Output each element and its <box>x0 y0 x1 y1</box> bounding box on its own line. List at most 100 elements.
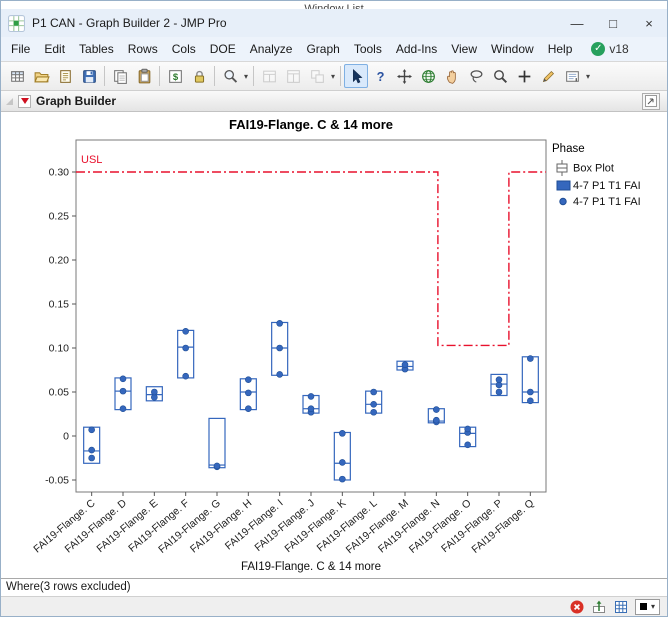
box[interactable] <box>522 357 538 403</box>
zoom-icon[interactable] <box>488 64 512 88</box>
move-icon[interactable] <box>392 64 416 88</box>
journal-icon[interactable] <box>53 64 77 88</box>
data-point[interactable] <box>339 459 345 465</box>
data-point[interactable] <box>527 356 533 362</box>
data-point[interactable] <box>465 442 471 448</box>
windows-menu-dropdown-caret[interactable]: ▾ <box>329 72 337 81</box>
panel-pin-button[interactable] <box>642 93 660 110</box>
box-plot-n[interactable] <box>428 407 444 425</box>
box[interactable] <box>334 432 350 480</box>
plus-icon[interactable] <box>512 64 536 88</box>
box-plot-f[interactable] <box>178 328 194 379</box>
box-plot-c[interactable] <box>84 427 100 463</box>
new-data-table-icon[interactable] <box>5 64 29 88</box>
data-point[interactable] <box>465 426 471 432</box>
lasso-icon[interactable] <box>464 64 488 88</box>
paste-icon[interactable] <box>132 64 156 88</box>
data-point[interactable] <box>339 430 345 436</box>
menu-help[interactable]: Help <box>541 38 580 60</box>
data-point[interactable] <box>433 417 439 423</box>
legend-entry-label[interactable]: 4-7 P1 T1 FAI <box>573 180 641 192</box>
data-point[interactable] <box>245 390 251 396</box>
help-icon[interactable]: ? <box>368 64 392 88</box>
pencil-icon[interactable] <box>536 64 560 88</box>
box-plot-l[interactable] <box>366 389 382 415</box>
box-plot-o[interactable] <box>460 426 476 448</box>
layout-icon[interactable] <box>257 64 281 88</box>
data-point[interactable] <box>120 376 126 382</box>
menu-rows[interactable]: Rows <box>121 38 165 60</box>
menu-tables[interactable]: Tables <box>72 38 121 60</box>
window-grid-icon[interactable] <box>281 64 305 88</box>
box-plot-g[interactable] <box>209 418 225 469</box>
box-plot-k[interactable] <box>334 430 350 482</box>
search-dropdown-caret[interactable]: ▾ <box>242 72 250 81</box>
save-icon[interactable] <box>77 64 101 88</box>
box-plot-m[interactable] <box>397 361 413 372</box>
data-point[interactable] <box>339 476 345 482</box>
data-point[interactable] <box>496 389 502 395</box>
outline-collapse-icon[interactable] <box>6 98 13 105</box>
data-point[interactable] <box>151 389 157 395</box>
script-icon[interactable]: $ <box>163 64 187 88</box>
data-point[interactable] <box>89 447 95 453</box>
legend-swatch-dot[interactable] <box>560 198 566 204</box>
data-point[interactable] <box>402 362 408 368</box>
data-point[interactable] <box>277 345 283 351</box>
legend-swatch-box[interactable] <box>557 181 570 190</box>
up-arrow-icon[interactable] <box>591 598 608 615</box>
lock-icon[interactable] <box>187 64 211 88</box>
close-button[interactable]: × <box>631 9 667 37</box>
open-icon[interactable] <box>29 64 53 88</box>
red-triangle-menu-button[interactable] <box>18 95 31 108</box>
data-point[interactable] <box>183 373 189 379</box>
data-point[interactable] <box>527 398 533 404</box>
menu-analyze[interactable]: Analyze <box>243 38 300 60</box>
menu-add-ins[interactable]: Add-Ins <box>389 38 444 60</box>
maximize-button[interactable]: □ <box>595 9 631 37</box>
data-point[interactable] <box>371 409 377 415</box>
windows-menu-icon[interactable] <box>305 64 329 88</box>
arrow-cursor-icon[interactable] <box>344 64 368 88</box>
box-plot-d[interactable] <box>115 376 131 412</box>
box[interactable] <box>209 418 225 467</box>
menu-view[interactable]: View <box>444 38 484 60</box>
data-point[interactable] <box>308 406 314 412</box>
menu-graph[interactable]: Graph <box>299 38 346 60</box>
data-point[interactable] <box>120 388 126 394</box>
box[interactable] <box>178 330 194 378</box>
hand-icon[interactable] <box>440 64 464 88</box>
data-point[interactable] <box>277 371 283 377</box>
data-point[interactable] <box>371 389 377 395</box>
data-point[interactable] <box>245 406 251 412</box>
box-plot-h[interactable] <box>240 377 256 412</box>
menu-file[interactable]: File <box>4 38 37 60</box>
grid-status-icon[interactable] <box>613 598 630 615</box>
data-point[interactable] <box>120 406 126 412</box>
data-point[interactable] <box>89 455 95 461</box>
data-point[interactable] <box>89 427 95 433</box>
menu-tools[interactable]: Tools <box>347 38 389 60</box>
menu-edit[interactable]: Edit <box>37 38 72 60</box>
box-plot-i[interactable] <box>272 320 288 377</box>
data-point[interactable] <box>496 377 502 383</box>
data-point[interactable] <box>277 320 283 326</box>
error-status-icon[interactable] <box>569 598 586 615</box>
legend-entry-label[interactable]: 4-7 P1 T1 FAI <box>573 196 641 208</box>
box-plot-q[interactable] <box>522 356 538 404</box>
data-point[interactable] <box>183 328 189 334</box>
text-tool-dropdown-caret[interactable]: ▾ <box>584 72 592 81</box>
data-point[interactable] <box>245 377 251 383</box>
data-point[interactable] <box>433 407 439 413</box>
search-icon[interactable] <box>218 64 242 88</box>
box-plot-p[interactable] <box>491 374 507 395</box>
marker-selector[interactable]: ▾ <box>635 599 660 615</box>
box-plot-j[interactable] <box>303 393 319 415</box>
data-point[interactable] <box>308 393 314 399</box>
data-point[interactable] <box>214 463 220 469</box>
data-point[interactable] <box>527 389 533 395</box>
graph-builder-header[interactable]: Graph Builder <box>1 91 667 112</box>
text-tool-icon[interactable] <box>560 64 584 88</box>
legend-entry-label[interactable]: Box Plot <box>573 163 614 175</box>
minimize-button[interactable]: — <box>559 9 595 37</box>
